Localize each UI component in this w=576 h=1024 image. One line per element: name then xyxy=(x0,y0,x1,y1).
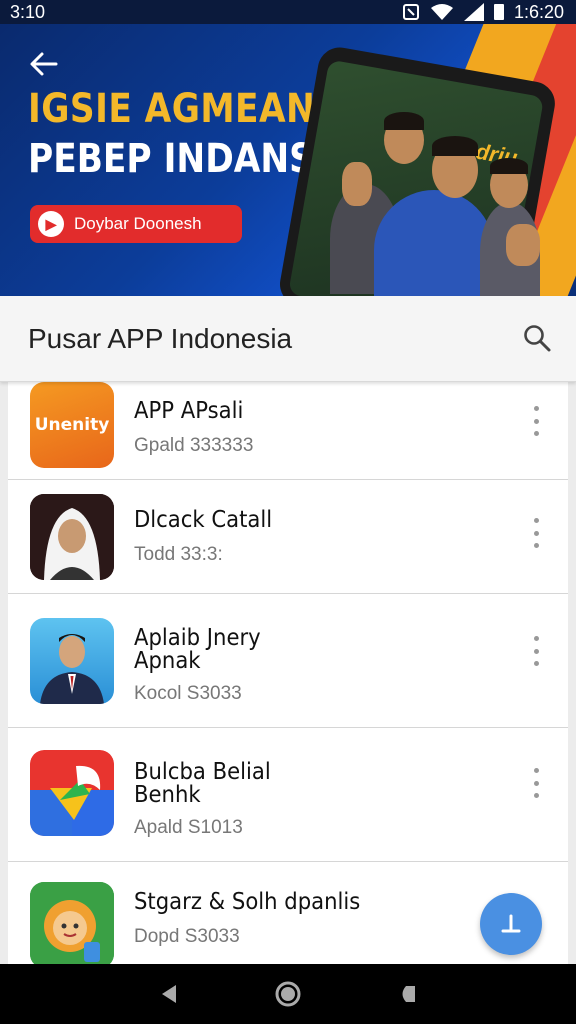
app-subtitle: Kocol S3033 xyxy=(134,683,242,704)
app-icon xyxy=(30,618,114,704)
recents-icon[interactable] xyxy=(392,979,422,1009)
app-text: APP APsali Gpald 333333 xyxy=(134,399,253,457)
status-time: 3:10 xyxy=(10,1,46,22)
status-bar: 3:10 1:6:20 xyxy=(0,0,576,24)
back-triangle-icon[interactable] xyxy=(154,979,184,1009)
screen: 3:10 1:6:20 IGSIE AGMEAN PEBEP INDANSIA … xyxy=(0,0,576,1024)
person-hair xyxy=(490,158,528,174)
person-hair xyxy=(384,112,424,130)
list-item[interactable]: Bulcba Belial Benhk Apald S1013 xyxy=(8,728,568,862)
wifi-icon xyxy=(430,4,453,20)
download-icon xyxy=(501,914,521,933)
play-icon: ▶ xyxy=(38,211,64,237)
raised-hand xyxy=(506,224,540,266)
app-text: Bulcba Belial Benhk Apald S1013 xyxy=(134,760,283,839)
person-hair xyxy=(432,136,478,156)
app-list: Unenity APP APsali Gpald 333333 Dlcack C… xyxy=(8,382,568,964)
app-icon xyxy=(30,882,114,964)
app-name: APP APsali xyxy=(134,398,244,424)
app-subtitle: Dopd S3033 xyxy=(134,926,240,947)
system-nav-bar xyxy=(0,964,576,1024)
battery-icon xyxy=(493,4,504,20)
person xyxy=(374,190,494,296)
search-icon[interactable] xyxy=(522,323,552,353)
status-clock: 1:6:20 xyxy=(513,1,564,22)
more-vertical-icon[interactable] xyxy=(530,406,542,436)
app-name: Aplaib Jnery xyxy=(134,625,261,651)
app-name: Stgarz & Solh dpanlis xyxy=(134,889,361,915)
app-subtitle: Todd 33:3: xyxy=(134,544,223,565)
search-bar: Pusar APP Indonesia xyxy=(0,296,576,382)
app-subtitle: Apald S1013 xyxy=(134,817,243,838)
banner-cta-button[interactable]: ▶ Doybar Doonesh xyxy=(30,205,242,243)
list-item[interactable]: Unenity APP APsali Gpald 333333 xyxy=(8,382,568,480)
more-vertical-icon[interactable] xyxy=(530,636,542,666)
people-illustration xyxy=(330,112,560,296)
promo-banner[interactable]: IGSIE AGMEAN PEBEP INDANSIA ▶ Doybar Doo… xyxy=(0,24,576,296)
raised-hand xyxy=(342,162,372,206)
more-vertical-icon[interactable] xyxy=(530,768,542,798)
app-name: Bulcba Belial xyxy=(134,759,271,785)
list-item[interactable]: Dlcack Catall Todd 33:3: xyxy=(8,480,568,594)
back-arrow-icon[interactable] xyxy=(26,46,62,82)
app-name: Dlcack Catall xyxy=(134,507,273,533)
list-item[interactable]: Aplaib Jnery Apnak Kocol S3033 xyxy=(8,594,568,728)
page-title: Pusar APP Indonesia xyxy=(28,322,293,354)
app-icon: Unenity xyxy=(30,382,114,468)
app-icon-text: Unenity xyxy=(34,415,110,435)
more-vertical-icon[interactable] xyxy=(530,518,542,548)
app-subtitle: Gpald 333333 xyxy=(134,435,254,456)
banner-cta-label: Doybar Doonesh xyxy=(74,214,202,233)
nfc-icon xyxy=(402,4,419,20)
banner-title-line1: IGSIE AGMEAN xyxy=(28,86,316,132)
app-icon xyxy=(30,494,114,580)
app-name-line2: Benhk xyxy=(134,782,201,808)
home-circle-icon[interactable] xyxy=(273,979,303,1009)
app-text: Dlcack Catall Todd 33:3: xyxy=(134,508,284,566)
app-icon xyxy=(30,750,114,836)
download-fab-button[interactable] xyxy=(480,893,542,955)
app-name-line2: Apnak xyxy=(134,648,201,674)
status-icons: 1:6:20 xyxy=(402,2,564,23)
app-text: Stgarz & Solh dpanlis Dopd S3033 xyxy=(134,890,380,948)
signal-icon xyxy=(463,3,484,21)
app-text: Aplaib Jnery Apnak Kocol S3033 xyxy=(134,626,272,705)
